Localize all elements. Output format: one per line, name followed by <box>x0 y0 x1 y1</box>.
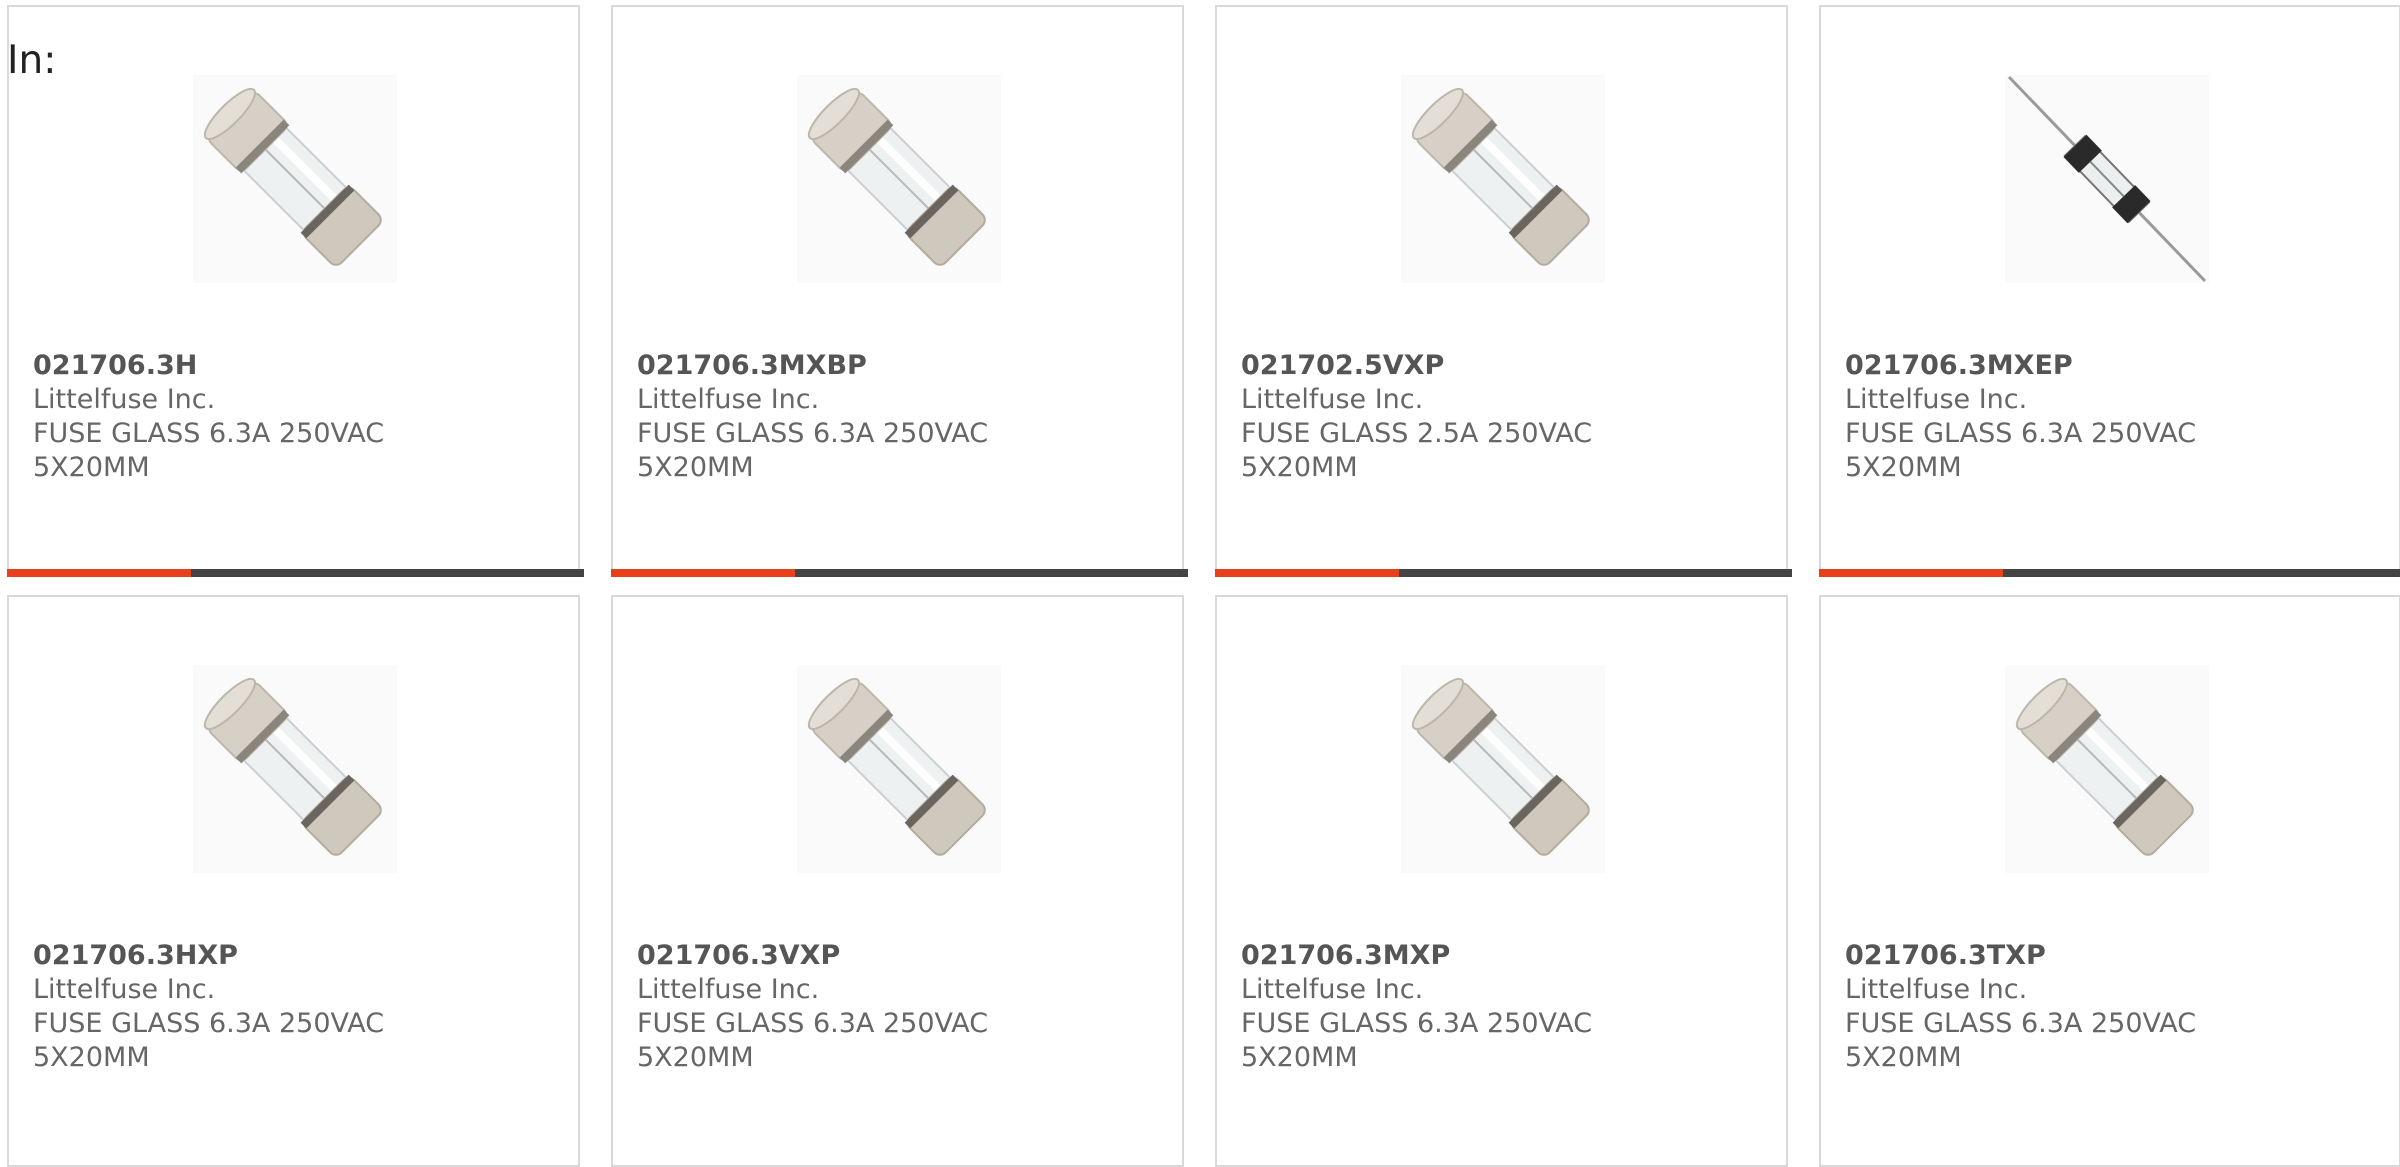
glass-fuse-icon <box>1401 665 1605 873</box>
product-info: 021706.3TXP Littelfuse Inc. FUSE GLASS 6… <box>1845 939 2305 1075</box>
product-card[interactable]: 021706.3TXP Littelfuse Inc. FUSE GLASS 6… <box>1819 595 2400 1167</box>
product-info: 021706.3MXBP Littelfuse Inc. FUSE GLASS … <box>637 349 1097 485</box>
product-info: 021706.3HXP Littelfuse Inc. FUSE GLASS 6… <box>33 939 493 1075</box>
glass-fuse-drawing <box>1401 665 1605 873</box>
glass-fuse-icon <box>797 75 1001 283</box>
glass-fuse-drawing <box>797 665 1001 873</box>
glass-fuse-icon <box>1401 75 1605 283</box>
glass-fuse-icon <box>2005 665 2209 873</box>
part-number[interactable]: 021706.3VXP <box>637 939 1097 973</box>
manufacturer: Littelfuse Inc. <box>1241 384 1424 415</box>
part-number[interactable]: 021706.3TXP <box>1845 939 2305 973</box>
glass-fuse-drawing <box>1401 75 1605 283</box>
product-card[interactable]: 021706.3HXP Littelfuse Inc. FUSE GLASS 6… <box>7 595 580 1167</box>
part-number[interactable]: 021706.3MXP <box>1241 939 1701 973</box>
in-label: In: <box>7 38 57 83</box>
part-number[interactable]: 021706.3MXBP <box>637 349 1097 383</box>
description: FUSE GLASS 2.5A 250VAC 5X20MM <box>1241 418 1593 483</box>
part-number[interactable]: 021706.3MXEP <box>1845 349 2305 383</box>
part-number[interactable]: 021706.3HXP <box>33 939 493 973</box>
glass-fuse-icon <box>193 665 397 873</box>
product-info: 021702.5VXP Littelfuse Inc. FUSE GLASS 2… <box>1241 349 1701 485</box>
glass-fuse-drawing <box>193 75 397 283</box>
description: FUSE GLASS 6.3A 250VAC 5X20MM <box>637 418 989 483</box>
card-bar-accent <box>7 569 191 577</box>
manufacturer: Littelfuse Inc. <box>1241 974 1424 1005</box>
product-card[interactable]: 021706.3MXEP Littelfuse Inc. FUSE GLASS … <box>1819 5 2400 577</box>
axial-lead-fuse-drawing <box>2005 75 2209 283</box>
manufacturer: Littelfuse Inc. <box>33 974 216 1005</box>
card-bar <box>7 569 584 577</box>
description: FUSE GLASS 6.3A 250VAC 5X20MM <box>1241 1008 1593 1073</box>
description: FUSE GLASS 6.3A 250VAC 5X20MM <box>1845 1008 2197 1073</box>
part-number[interactable]: 021706.3H <box>33 349 493 383</box>
product-card[interactable]: 021706.3MXP Littelfuse Inc. FUSE GLASS 6… <box>1215 595 1788 1167</box>
product-card[interactable]: 021706.3H Littelfuse Inc. FUSE GLASS 6.3… <box>7 5 584 577</box>
glass-fuse-drawing <box>797 75 1001 283</box>
description: FUSE GLASS 6.3A 250VAC 5X20MM <box>33 418 385 483</box>
glass-fuse-icon <box>193 75 397 283</box>
description: FUSE GLASS 6.3A 250VAC 5X20MM <box>33 1008 385 1073</box>
card-bar-accent <box>1819 569 2003 577</box>
part-number[interactable]: 021702.5VXP <box>1241 349 1701 383</box>
card-bar-accent <box>1215 569 1399 577</box>
glass-fuse-drawing <box>2005 665 2209 873</box>
description: FUSE GLASS 6.3A 250VAC 5X20MM <box>1845 418 2197 483</box>
manufacturer: Littelfuse Inc. <box>1845 384 2028 415</box>
product-info: 021706.3MXEP Littelfuse Inc. FUSE GLASS … <box>1845 349 2305 485</box>
card-bar <box>1215 569 1792 577</box>
axial-lead-fuse-icon <box>2005 75 2209 283</box>
glass-fuse-icon <box>797 665 1001 873</box>
card-bar <box>611 569 1188 577</box>
manufacturer: Littelfuse Inc. <box>1845 974 2028 1005</box>
card-bar-accent <box>611 569 795 577</box>
card-bar <box>1819 569 2400 577</box>
product-grid: 021706.3H Littelfuse Inc. FUSE GLASS 6.3… <box>7 5 2400 1167</box>
manufacturer: Littelfuse Inc. <box>637 384 820 415</box>
manufacturer: Littelfuse Inc. <box>33 384 216 415</box>
product-info: 021706.3H Littelfuse Inc. FUSE GLASS 6.3… <box>33 349 493 485</box>
description: FUSE GLASS 6.3A 250VAC 5X20MM <box>637 1008 989 1073</box>
product-card[interactable]: 021706.3MXBP Littelfuse Inc. FUSE GLASS … <box>611 5 1188 577</box>
product-card[interactable]: 021702.5VXP Littelfuse Inc. FUSE GLASS 2… <box>1215 5 1792 577</box>
glass-fuse-drawing <box>193 665 397 873</box>
manufacturer: Littelfuse Inc. <box>637 974 820 1005</box>
product-card[interactable]: 021706.3VXP Littelfuse Inc. FUSE GLASS 6… <box>611 595 1184 1167</box>
product-info: 021706.3VXP Littelfuse Inc. FUSE GLASS 6… <box>637 939 1097 1075</box>
product-info: 021706.3MXP Littelfuse Inc. FUSE GLASS 6… <box>1241 939 1701 1075</box>
